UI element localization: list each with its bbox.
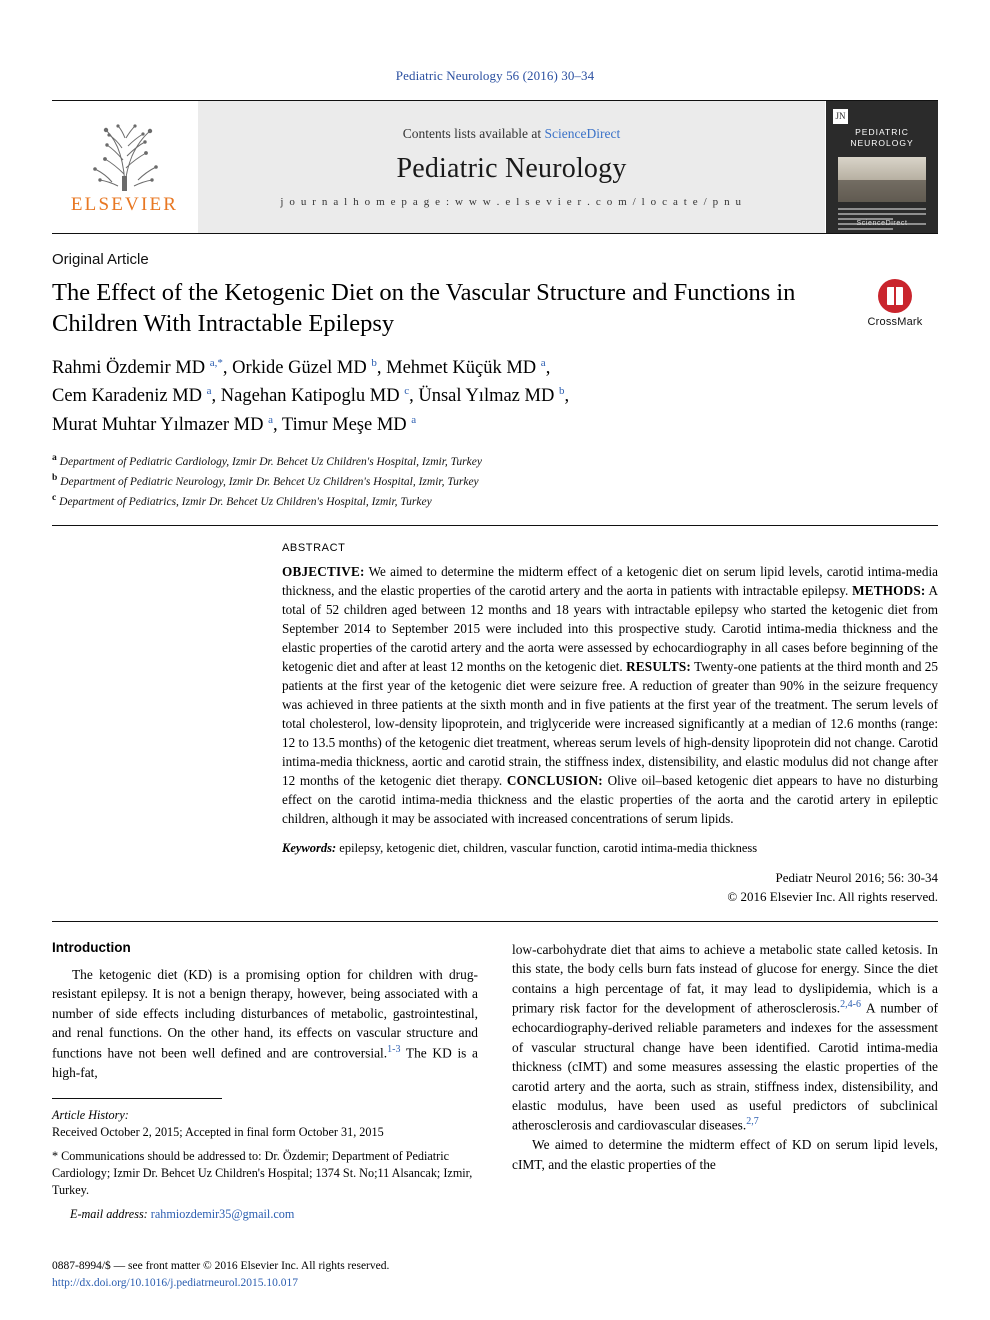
abstract-citation-block: Pediatr Neurol 2016; 56: 30-34 © 2016 El… (282, 868, 938, 907)
elsevier-tree-icon (92, 124, 158, 191)
keywords-text: epilepsy, ketogenic diet, children, vasc… (336, 840, 758, 855)
page-footer: 0887-8994/$ — see front matter © 2016 El… (52, 1258, 478, 1293)
email-label: E-mail address: (70, 1206, 148, 1221)
elsevier-wordmark: ELSEVIER (70, 194, 179, 215)
divider-below-abstract (52, 920, 938, 922)
body-columns: Introduction The ketogenic diet (KD) is … (52, 940, 938, 1223)
contents-line: Contents lists available at ScienceDirec… (403, 126, 620, 142)
cover-footer-text: ScienceDirect (856, 220, 908, 227)
citation-ref-2-7[interactable]: 2,7 (746, 1116, 759, 1127)
divider-above-abstract (52, 524, 938, 526)
column-left: Introduction The ketogenic diet (KD) is … (52, 940, 478, 1223)
column-right: low-carbohydrate diet that aims to achie… (512, 940, 938, 1223)
cover-artwork (838, 156, 926, 202)
abstract-body: ABSTRACT OBJECTIVE: We aimed to determin… (282, 542, 938, 907)
abstract-results-text: Twenty-one patients at the third month a… (282, 658, 938, 788)
abstract-methods-label: METHODS: (852, 582, 926, 598)
intro-column2-paragraph-2: We aimed to determine the midterm effect… (512, 1137, 938, 1172)
affiliation-c: c Department of Pediatrics, Izmir Dr. Be… (52, 491, 432, 508)
article-page: Pediatric Neurology 56 (2016) 30–34 ELSE… (0, 0, 990, 1320)
doi-link[interactable]: http://dx.doi.org/10.1016/j.pediatrneuro… (52, 1275, 478, 1292)
abstract-gutter (52, 542, 282, 907)
journal-title: Pediatric Neurology (396, 153, 627, 184)
affiliation-list: a Department of Pediatric Cardiology, Iz… (52, 451, 938, 511)
intro-paragraph-1: The ketogenic diet (KD) is a promising o… (52, 965, 478, 1082)
article-history: Article History: Received October 2, 201… (52, 1107, 478, 1142)
abstract-label: ABSTRACT (282, 541, 346, 554)
abstract-results-label: RESULTS: (626, 658, 691, 674)
citation-ref-2-4-6[interactable]: 2,4-6 (840, 999, 861, 1010)
intro-col2-text-b: A number of echocardiography-derived rel… (512, 1000, 939, 1133)
running-head: Pediatric Neurology 56 (2016) 30–34 (395, 68, 595, 83)
journal-cover-thumbnail: JN PEDIATRIC NEUROLOGY ScienceDirect (826, 101, 938, 233)
cover-journal-title: PEDIATRIC NEUROLOGY (850, 127, 914, 149)
elsevier-logo: ELSEVIER (52, 101, 197, 233)
correspondence-note: * Communications should be addressed to:… (52, 1148, 473, 1198)
article-history-label: Article History: (52, 1108, 129, 1123)
journal-homepage[interactable]: j o u r n a l h o m e p a g e : w w w . … (280, 196, 742, 208)
affiliation-b: b Department of Pediatric Neurology, Izm… (52, 471, 479, 488)
email-note: E-mail address: rahmiozdemir35@gmail.com (52, 1206, 478, 1223)
abstract-objective-text: We aimed to determine the midterm effect… (282, 563, 938, 598)
title-row: The Effect of the Ketogenic Diet on the … (52, 277, 938, 340)
section-heading-introduction: Introduction (52, 939, 131, 955)
crossmark-badge[interactable]: CrossMark (852, 279, 938, 328)
abstract-text: OBJECTIVE: We aimed to determine the mid… (282, 562, 938, 828)
cover-badge: JN (833, 109, 848, 124)
crossmark-icon (878, 279, 912, 313)
keywords: Keywords: epilepsy, ketogenic diet, chil… (282, 841, 938, 856)
page-title: The Effect of the Ketogenic Diet on the … (52, 279, 796, 338)
affiliation-a: a Department of Pediatric Cardiology, Iz… (52, 451, 482, 468)
abstract-objective-label: OBJECTIVE: (282, 563, 365, 579)
sciencedirect-link[interactable]: ScienceDirect (545, 126, 621, 141)
contents-prefix: Contents lists available at (402, 126, 545, 141)
footnote-divider (52, 1098, 222, 1100)
article-type: Original Article (52, 251, 149, 268)
article-history-text: Received October 2, 2015; Accepted in fi… (52, 1125, 384, 1140)
crossmark-label: CrossMark (867, 316, 923, 328)
copyright-line: © 2016 Elsevier Inc. All rights reserved… (727, 889, 938, 905)
citation-ref-1-3[interactable]: 1-3 (387, 1044, 400, 1055)
citation-line: Pediatr Neurol 2016; 56: 30-34 (775, 869, 938, 885)
abstract-conclusion-label: CONCLUSION: (506, 772, 603, 788)
intro-column2-paragraph: low-carbohydrate diet that aims to achie… (512, 940, 938, 1135)
journal-masthead: ELSEVIER Contents lists available at Sci… (52, 100, 938, 234)
issn-line: 0887-8994/$ — see front matter © 2016 El… (52, 1259, 390, 1272)
email-address[interactable]: rahmiozdemir35@gmail.com (151, 1207, 295, 1221)
abstract-section: ABSTRACT OBJECTIVE: We aimed to determin… (52, 542, 938, 907)
author-list: Rahmi Özdemir MD a,*, Orkide Güzel MD b,… (52, 356, 570, 436)
masthead-center: Contents lists available at ScienceDirec… (197, 101, 826, 233)
keywords-label: Keywords: (282, 840, 337, 855)
